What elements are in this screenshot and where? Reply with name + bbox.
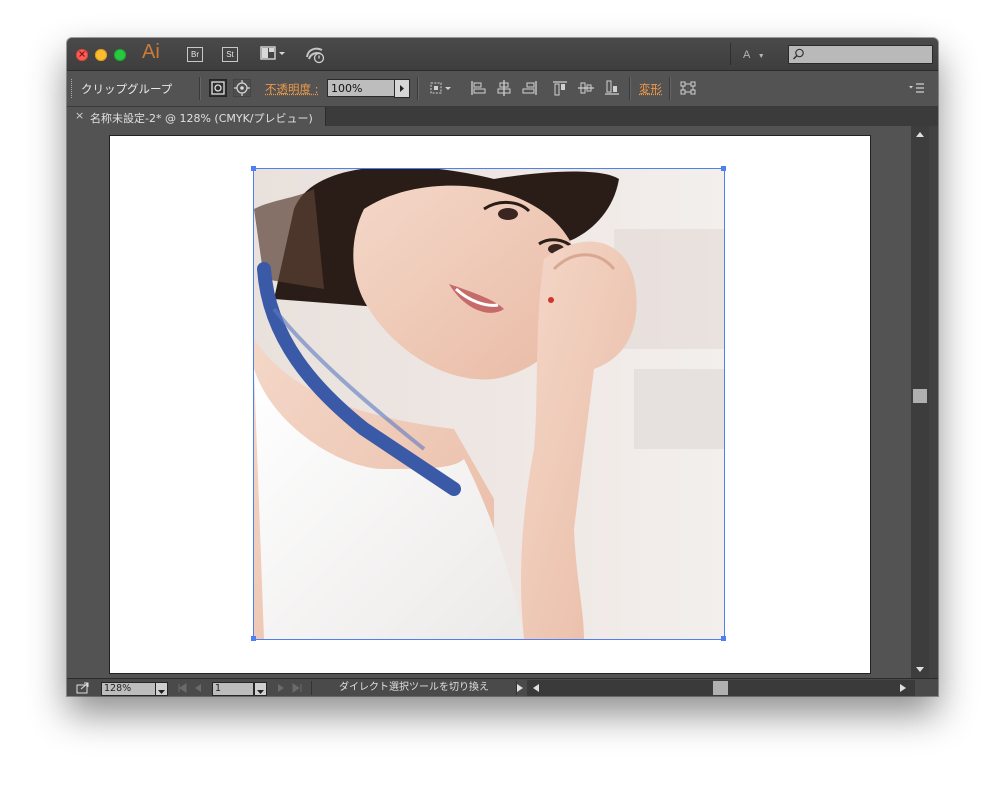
divider (417, 77, 419, 100)
isolate-icon[interactable] (233, 79, 251, 97)
divider (629, 77, 631, 100)
status-bar: 128% 1 ダイレクト選択ツールを切り換え (67, 678, 938, 696)
zoom-input[interactable]: 128% (101, 682, 156, 696)
maximize-window-button[interactable] (114, 49, 126, 61)
chevron-down-icon: ▼ (757, 53, 765, 60)
stock-button[interactable]: St (222, 47, 238, 62)
selection-handle[interactable] (721, 636, 726, 641)
workspace-layout-icon[interactable] (260, 46, 290, 62)
bridge-button[interactable]: Br (187, 47, 203, 62)
selection-handle[interactable] (251, 166, 256, 171)
panel-menu-icon[interactable] (907, 79, 927, 97)
opacity-slider-button[interactable] (394, 79, 410, 98)
chevron-right-icon (400, 85, 404, 92)
transform-label[interactable]: 変形 (639, 81, 662, 97)
align-center-v-icon[interactable] (577, 79, 595, 97)
close-x-icon (79, 51, 85, 57)
document-tab-bar: × 名称未設定-2* @ 128% (CMYK/プレビュー) (67, 107, 938, 126)
align-top-icon[interactable] (551, 79, 569, 97)
tool-hint-text[interactable]: ダイレクト選択ツールを切り換え (311, 681, 517, 695)
workspace-switcher[interactable]: A ▼ (743, 49, 765, 61)
chevron-down-icon (257, 690, 264, 694)
first-prev-artboard-icon[interactable] (177, 683, 205, 693)
scroll-thumb[interactable] (713, 681, 728, 695)
selection-handle[interactable] (251, 636, 256, 641)
control-bar: クリップグループ 不透明度 : 100% 変形 (67, 71, 938, 107)
panel-dock-edge (929, 126, 938, 678)
align-bottom-icon[interactable] (603, 79, 621, 97)
selection-handle[interactable] (721, 166, 726, 171)
artboard-number-input[interactable]: 1 (212, 682, 254, 696)
search-icon (792, 48, 804, 60)
align-center-h-icon[interactable] (495, 79, 513, 97)
object-type-label: クリップグループ (81, 82, 173, 96)
export-icon[interactable] (76, 682, 90, 694)
search-input[interactable] (788, 45, 933, 64)
ai-logo: Ai (142, 41, 160, 63)
selection-bounding-box (253, 168, 725, 640)
title-bar: Ai Br St A ▼ (67, 38, 938, 71)
control-bar-grip[interactable] (71, 79, 75, 98)
scroll-right-icon[interactable] (899, 683, 907, 693)
align-left-icon[interactable] (469, 79, 487, 97)
canvas-area[interactable] (67, 126, 911, 678)
artboard[interactable] (109, 135, 871, 674)
scroll-down-icon[interactable] (915, 666, 925, 674)
scroll-left-icon[interactable] (532, 683, 540, 693)
scroll-thumb[interactable] (913, 389, 927, 403)
illustrator-window: Ai Br St A ▼ クリップグループ 不透明度: 100% 変形 × 名… (67, 38, 938, 696)
scroll-up-icon[interactable] (915, 130, 925, 138)
sync-icon[interactable] (304, 45, 328, 64)
title-separator (730, 43, 731, 65)
minimize-window-button[interactable] (95, 49, 107, 61)
artboard-dropdown[interactable] (254, 682, 267, 696)
document-tab-title: 名称未設定-2* @ 128% (CMYK/プレビュー) (90, 112, 313, 125)
transform-bounds-icon[interactable] (679, 79, 697, 97)
opacity-label[interactable]: 不透明度 : (265, 81, 319, 97)
document-tab[interactable]: × 名称未設定-2* @ 128% (CMYK/プレビュー) (67, 107, 326, 126)
next-last-artboard-icon[interactable] (275, 683, 303, 693)
close-window-button[interactable] (76, 49, 88, 61)
zoom-dropdown[interactable] (155, 682, 168, 696)
divider (669, 77, 671, 100)
chevron-down-icon (158, 690, 165, 694)
align-to-icon[interactable] (428, 79, 454, 97)
clip-mask-icon[interactable] (209, 79, 227, 97)
opacity-input[interactable]: 100% (327, 79, 395, 97)
workspace-switcher-label: A (743, 49, 750, 61)
divider (199, 77, 201, 100)
align-right-icon[interactable] (521, 79, 539, 97)
horizontal-scrollbar[interactable] (527, 680, 915, 696)
status-menu-icon[interactable] (516, 683, 524, 693)
vertical-scrollbar[interactable] (911, 126, 929, 678)
close-tab-icon[interactable]: × (75, 109, 84, 122)
